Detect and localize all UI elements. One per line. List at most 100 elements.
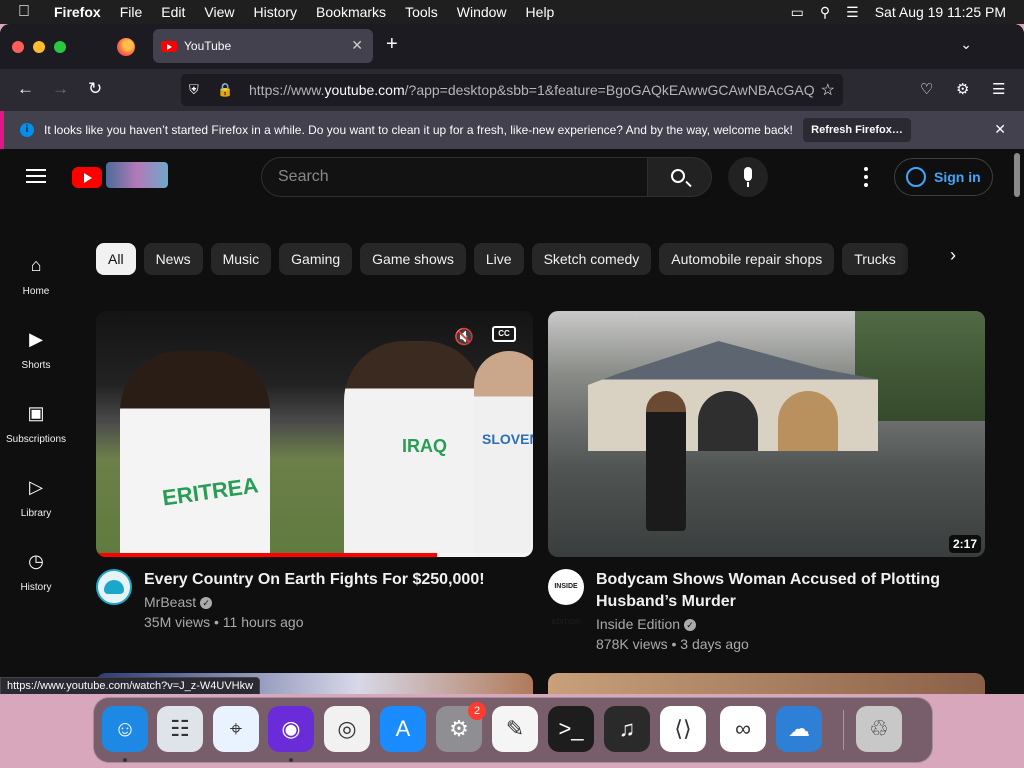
dock-firefox-icon[interactable]: ◉ — [268, 706, 314, 752]
running-indicator — [123, 758, 127, 762]
close-tab-icon[interactable]: ✕ — [351, 37, 363, 54]
mute-icon[interactable]: 🔇 — [454, 327, 474, 347]
video-thumbnail[interactable]: ERITREA IRAQ SLOVENIA 🔇 CC — [96, 311, 533, 557]
channel-name[interactable]: MrBeast ✓ — [144, 594, 213, 610]
close-window-button[interactable] — [12, 41, 24, 53]
dock-system-settings-icon[interactable]: ⚙ 2 — [436, 702, 486, 752]
lock-icon[interactable]: 🔒 — [217, 82, 233, 98]
bookmark-star-icon[interactable]: ☆ — [821, 80, 835, 100]
dock-safari-icon[interactable]: ⌖ — [213, 706, 259, 752]
dock-weather-icon[interactable]: ☁ — [776, 706, 822, 752]
menu-app-name[interactable]: Firefox — [54, 4, 101, 20]
filter-chip-bar: All News Music Gaming Game shows Live Sketch c… — [96, 243, 944, 275]
settings-kebab-icon[interactable] — [864, 167, 868, 187]
shorts-icon: ▶ — [29, 329, 43, 349]
dock-garageband-icon[interactable]: ♫ — [604, 706, 650, 752]
thumbnail-figure — [474, 351, 533, 557]
video-details: INSIDE EDITION Bodycam Shows Woman Accus… — [548, 569, 985, 669]
chip-news[interactable]: News — [143, 243, 203, 275]
youtube-favicon-icon — [161, 40, 177, 52]
apple-menu-icon[interactable]:  — [18, 0, 38, 24]
menu-view[interactable]: View — [204, 4, 234, 20]
video-stats: 35M views • 11 hours ago — [144, 614, 304, 630]
dock-vscode-icon[interactable]: ⟨⟩ — [660, 706, 706, 752]
sign-in-button[interactable]: Sign in — [894, 158, 993, 196]
page-scrollbar[interactable] — [1014, 153, 1020, 197]
channel-avatar[interactable] — [96, 569, 132, 605]
channel-avatar[interactable]: INSIDE EDITION — [548, 569, 584, 626]
video-title[interactable]: Every Country On Earth Fights For $250,0… — [144, 569, 524, 591]
menu-bookmarks[interactable]: Bookmarks — [316, 4, 386, 20]
macos-menu-bar:  Firefox File Edit View History Bookmar… — [0, 0, 1024, 24]
chevron-right-icon[interactable]: › — [950, 245, 956, 266]
back-icon[interactable]: ← — [17, 79, 34, 99]
chip-live[interactable]: Live — [473, 243, 524, 275]
menu-clock[interactable]: Sat Aug 19 11:25 PM — [875, 4, 1006, 20]
menu-window[interactable]: Window — [457, 4, 507, 20]
tracking-protection-icon[interactable]: ⛨ — [189, 82, 205, 98]
dock-terminal-icon[interactable]: >_ — [548, 706, 594, 752]
reload-icon[interactable]: ↻ — [88, 79, 102, 99]
channel-name[interactable]: Inside Edition ✓ — [596, 616, 697, 632]
url-text[interactable]: https://www.youtube.com/?app=desktop&sbb… — [249, 82, 821, 98]
chip-all[interactable]: All — [96, 243, 136, 275]
verified-badge-icon: ✓ — [684, 619, 697, 632]
watch-progress-fill — [96, 553, 437, 557]
new-tab-button[interactable]: + — [386, 33, 398, 56]
chip-music[interactable]: Music — [210, 243, 272, 275]
guide-label-home: Home — [22, 286, 50, 297]
notification-badge: 2 — [468, 702, 486, 720]
tab-youtube[interactable]: YouTube ✕ — [153, 29, 373, 63]
guide-menu-icon[interactable] — [26, 169, 46, 183]
refresh-firefox-button[interactable]: Refresh Firefox… — [803, 118, 911, 142]
dock-visual-studio-icon[interactable]: ∞ — [720, 706, 766, 752]
dock-finder-icon[interactable]: ☺ — [102, 706, 148, 752]
minimize-window-button[interactable] — [33, 41, 45, 53]
spotlight-search-icon[interactable]: ⚲ — [820, 4, 830, 21]
pocket-icon[interactable]: ♡ — [920, 80, 933, 98]
chip-trucks[interactable]: Trucks — [842, 243, 908, 275]
close-notification-icon[interactable]: ✕ — [994, 121, 1006, 138]
account-icon — [906, 167, 926, 187]
captions-icon[interactable]: CC — [492, 326, 516, 342]
video-card[interactable]: ERITREA IRAQ SLOVENIA 🔇 CC Every Country… — [96, 311, 533, 669]
video-title[interactable]: Bodycam Shows Woman Accused of Plotting … — [596, 569, 976, 613]
extensions-icon[interactable]: ⚙ — [956, 80, 969, 98]
dock-launchpad-icon[interactable]: ☷ — [157, 706, 203, 752]
search-input[interactable]: Search — [261, 157, 648, 197]
firefox-view-icon[interactable] — [117, 38, 135, 56]
control-center-icon[interactable]: ☰ — [846, 4, 859, 21]
chip-gaming[interactable]: Gaming — [279, 243, 353, 275]
chip-game-shows[interactable]: Game shows — [360, 243, 466, 275]
guide-item-subscriptions[interactable]: ▣ Subscriptions — [0, 402, 72, 445]
menu-file[interactable]: File — [120, 4, 143, 20]
forward-icon[interactable]: → — [52, 79, 69, 99]
guide-item-library[interactable]: ▷ Library — [0, 476, 72, 519]
search-button[interactable] — [647, 157, 712, 197]
menu-help[interactable]: Help — [526, 4, 555, 20]
video-thumbnail[interactable] — [548, 673, 985, 694]
menu-history[interactable]: History — [253, 4, 297, 20]
dock-textedit-icon[interactable]: ✎ — [492, 706, 538, 752]
voice-search-button[interactable] — [728, 157, 768, 197]
menu-edit[interactable]: Edit — [161, 4, 185, 20]
zoom-window-button[interactable] — [54, 41, 66, 53]
url-bar[interactable]: ⛨ 🔒 https://www.youtube.com/?app=desktop… — [181, 74, 843, 106]
guide-item-shorts[interactable]: ▶ Shorts — [0, 328, 72, 371]
chip-sketch-comedy[interactable]: Sketch comedy — [531, 243, 652, 275]
dock-chrome-icon[interactable]: ◎ — [324, 706, 370, 752]
dock-app-store-icon[interactable]: A — [380, 706, 426, 752]
video-thumbnail[interactable]: 2:17 — [548, 311, 985, 557]
youtube-doodle[interactable] — [106, 162, 168, 188]
guide-item-home[interactable]: ⌂ Home — [0, 254, 72, 297]
youtube-logo[interactable] — [72, 167, 102, 188]
chip-automobile-repair-shops[interactable]: Automobile repair shops — [659, 243, 835, 275]
menu-tools[interactable]: Tools — [405, 4, 438, 20]
dock-trash-icon[interactable]: ♲ — [856, 706, 902, 752]
guide-item-history[interactable]: ◷ History — [0, 550, 72, 593]
app-menu-icon[interactable]: ☰ — [992, 80, 1005, 98]
guide-label-subscriptions: Subscriptions — [5, 434, 67, 445]
screen-mirroring-icon[interactable]: ▭ — [791, 4, 804, 21]
video-card[interactable]: 2:17 INSIDE EDITION Bodycam Shows Woman … — [548, 311, 985, 669]
list-all-tabs-icon[interactable]: ⌄ — [960, 36, 972, 53]
